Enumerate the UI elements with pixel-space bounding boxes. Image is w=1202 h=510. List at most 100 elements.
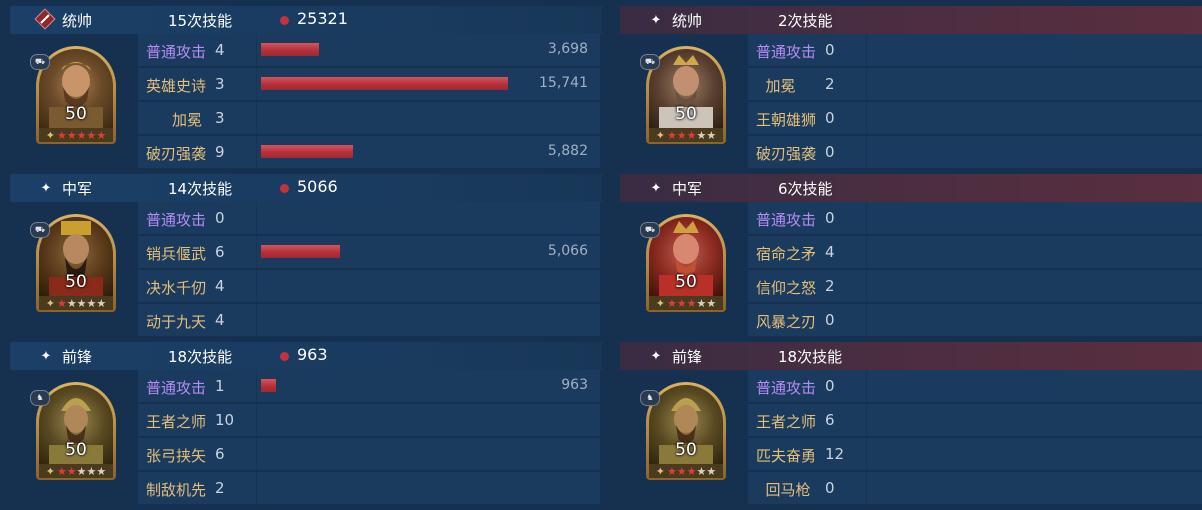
hero-portrait[interactable]: 50 ✦★★★★★ ⛟ bbox=[640, 210, 734, 322]
skill-level: 4 bbox=[215, 277, 225, 295]
divider bbox=[256, 404, 257, 436]
divider bbox=[256, 34, 257, 66]
hero-level: 50 bbox=[675, 272, 697, 292]
skill-row[interactable]: 王朝雄狮 0 bbox=[748, 102, 1202, 134]
sparkle-icon: ✦ bbox=[40, 180, 52, 196]
skill-level: 2 bbox=[215, 479, 225, 497]
unit-type-icon: ♞ bbox=[30, 390, 50, 406]
skill-level: 0 bbox=[215, 209, 225, 227]
skill-name: 王者之师 bbox=[146, 413, 207, 431]
skill-level: 6 bbox=[215, 445, 225, 463]
skill-row[interactable]: 动于九天 4 bbox=[138, 304, 600, 336]
skill-level: 4 bbox=[215, 41, 225, 59]
skill-level: 6 bbox=[215, 243, 225, 261]
divider bbox=[866, 202, 867, 234]
skill-row[interactable]: 普通攻击 4 3,698 bbox=[138, 34, 600, 66]
skill-row[interactable]: 普通攻击 0 bbox=[748, 370, 1202, 402]
skill-level: 0 bbox=[825, 109, 835, 127]
skill-row[interactable]: 销兵偃武 6 5,066 bbox=[138, 236, 600, 268]
divider bbox=[256, 370, 257, 402]
skill-count: 18次技能 bbox=[168, 348, 233, 366]
skill-count: 6次技能 bbox=[778, 180, 833, 198]
damage-bar bbox=[261, 379, 276, 392]
skill-name: 普通攻击 bbox=[756, 379, 817, 397]
skill-name: 王者之师 bbox=[756, 413, 817, 431]
section-header: 统帅 15次技能 25321 bbox=[10, 6, 602, 34]
skill-name: 加冕 bbox=[756, 77, 796, 95]
skill-row[interactable]: 制敌机先 2 bbox=[138, 472, 600, 504]
damage-total: 25321 bbox=[297, 9, 348, 28]
skill-row[interactable]: 普通攻击 0 bbox=[748, 34, 1202, 66]
skill-row[interactable]: 风暴之刃 0 bbox=[748, 304, 1202, 336]
damage-total: 5066 bbox=[297, 177, 338, 196]
divider bbox=[866, 472, 867, 504]
hero-portrait[interactable]: 50 ✦★★★★★ ⛟ bbox=[30, 42, 124, 154]
section-center: ✦ 中军 14次技能 5066 50 ✦ ★ ★★★★ ⛟ 普通攻击 0 销兵偃武 … bbox=[10, 168, 602, 336]
skill-row[interactable]: 加冕 2 bbox=[748, 68, 1202, 100]
divider bbox=[866, 102, 867, 134]
role-label: 前锋 bbox=[672, 348, 703, 366]
hero-level: 50 bbox=[675, 104, 697, 124]
skill-level: 2 bbox=[825, 277, 835, 295]
skill-row[interactable]: 回马枪 0 bbox=[748, 472, 1202, 504]
hero-portrait[interactable]: 50 ✦★★★★★ ♞ bbox=[30, 378, 124, 490]
section-vanguard: ✦ 前锋 18次技能 963 50 ✦ ★★ ★★★ ♞ 普通攻击 1 963 王者… bbox=[10, 336, 602, 504]
skill-level: 0 bbox=[825, 377, 835, 395]
damage-total: 963 bbox=[297, 345, 328, 364]
skill-name: 破刃强袭 bbox=[146, 145, 207, 163]
hero-portrait[interactable]: 50 ✦★★★★★ ♞ bbox=[640, 378, 734, 490]
skill-name: 风暴之刃 bbox=[756, 313, 817, 331]
damage-bar bbox=[261, 77, 508, 90]
skill-row[interactable]: 宿命之矛 4 bbox=[748, 236, 1202, 268]
skill-row[interactable]: 王者之师 10 bbox=[138, 404, 600, 436]
skill-count: 18次技能 bbox=[778, 348, 843, 366]
hero-level: 50 bbox=[65, 272, 87, 292]
sparkle-icon: ✦ bbox=[650, 348, 662, 364]
skill-row[interactable]: 信仰之怒 2 bbox=[748, 270, 1202, 302]
skill-row[interactable]: 王者之师 6 bbox=[748, 404, 1202, 436]
player-panel-right: ✦ 统帅 2次技能 50 ✦ ★★★ ★★ ⛟ 普通攻击 0 加冕 2 王朝雄狮 0 bbox=[620, 0, 1202, 510]
skill-count: 2次技能 bbox=[778, 12, 833, 30]
skill-row[interactable]: 普通攻击 0 bbox=[138, 202, 600, 234]
divider bbox=[866, 438, 867, 470]
skill-level: 3 bbox=[215, 109, 225, 127]
divider bbox=[866, 136, 867, 168]
skill-name: 英雄史诗 bbox=[146, 77, 207, 95]
skill-name: 普通攻击 bbox=[146, 379, 207, 397]
skill-row[interactable]: 破刃强袭 9 5,882 bbox=[138, 136, 600, 168]
skill-damage: 15,741 bbox=[539, 75, 588, 91]
divider bbox=[866, 236, 867, 268]
skill-name: 普通攻击 bbox=[756, 43, 817, 61]
skill-level: 0 bbox=[825, 143, 835, 161]
skill-row[interactable]: 加冕 3 bbox=[138, 102, 600, 134]
skill-damage: 3,698 bbox=[547, 41, 588, 57]
skill-damage: 5,066 bbox=[547, 243, 588, 259]
skill-name: 普通攻击 bbox=[146, 211, 207, 229]
skill-row[interactable]: 英雄史诗 3 15,741 bbox=[138, 68, 600, 100]
skill-row[interactable]: 破刃强袭 0 bbox=[748, 136, 1202, 168]
skill-level: 9 bbox=[215, 143, 225, 161]
skill-name: 决水千仞 bbox=[146, 279, 207, 297]
skill-name: 匹夫奋勇 bbox=[756, 447, 817, 465]
sparkle-icon: ✦ bbox=[650, 180, 662, 196]
hero-portrait[interactable]: 50 ✦★★★★★ ⛟ bbox=[30, 210, 124, 322]
section-header: ✦ 前锋 18次技能 bbox=[620, 342, 1202, 370]
skill-row[interactable]: 普通攻击 1 963 bbox=[138, 370, 600, 402]
section-vanguard: ✦ 前锋 18次技能 50 ✦ ★★★ ★★ ♞ 普通攻击 0 王者之师 6 匹夫奋… bbox=[620, 336, 1202, 504]
damage-dot-icon bbox=[280, 16, 289, 25]
damage-dot-icon bbox=[280, 352, 289, 361]
skill-damage: 963 bbox=[561, 377, 588, 393]
skill-row[interactable]: 决水千仞 4 bbox=[138, 270, 600, 302]
star-rating: ✦★★★★★ bbox=[649, 128, 723, 142]
skill-row[interactable]: 张弓挟矢 6 bbox=[138, 438, 600, 470]
sparkle-icon: ✦ bbox=[40, 348, 52, 364]
hero-portrait[interactable]: 50 ✦★★★★★ ⛟ bbox=[640, 42, 734, 154]
divider bbox=[866, 68, 867, 100]
section-header: ✦ 中军 6次技能 bbox=[620, 174, 1202, 202]
unit-type-icon: ♞ bbox=[640, 390, 660, 406]
skill-row[interactable]: 普通攻击 0 bbox=[748, 202, 1202, 234]
skill-row[interactable]: 匹夫奋勇 12 bbox=[748, 438, 1202, 470]
skill-count: 14次技能 bbox=[168, 180, 233, 198]
divider bbox=[866, 404, 867, 436]
skill-name: 销兵偃武 bbox=[146, 245, 207, 263]
